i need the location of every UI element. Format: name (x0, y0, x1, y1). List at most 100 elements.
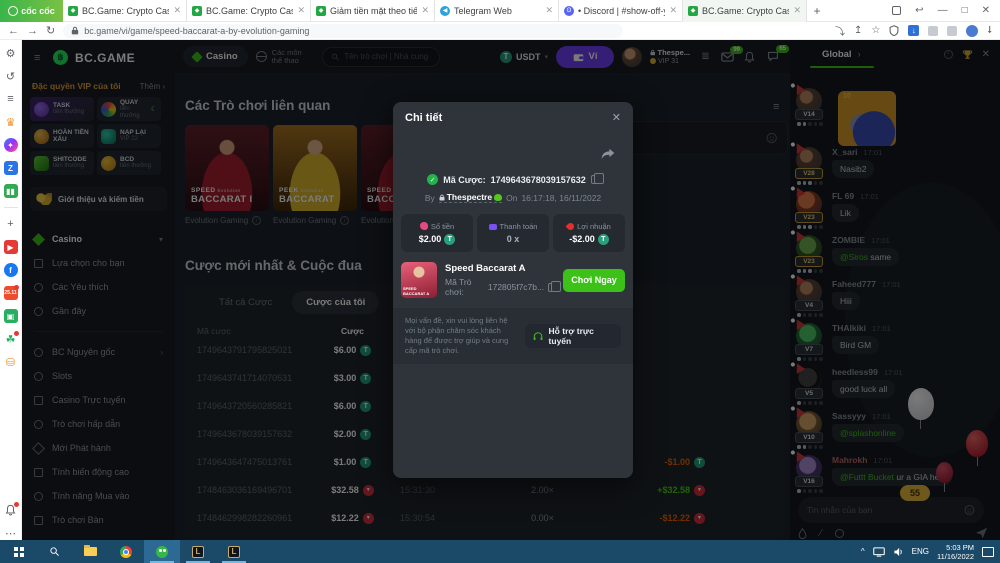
browser-side-strip: ⚙ ↺ ≡ ♛ ✦ Z ▮▮ + ▶ f 25.11 ▣ ☘ ⛁ ⋯ (0, 40, 22, 540)
usdt-coin-icon: T (444, 234, 455, 245)
green-app-icon[interactable]: ▣ (4, 309, 18, 323)
reading-list-icon[interactable]: ≡ (4, 92, 18, 106)
save-page-icon[interactable]: ⤵ (835, 23, 845, 38)
share-icon[interactable] (601, 148, 615, 160)
tab-search-icon[interactable] (892, 6, 901, 15)
action-center-icon[interactable] (982, 547, 994, 557)
bet-id-label: Mã Cược: (443, 175, 485, 185)
divider (4, 207, 18, 208)
volume-icon[interactable] (893, 547, 904, 557)
antitrack-icon[interactable] (947, 26, 957, 36)
vip-crown-icon[interactable]: ♛ (4, 115, 18, 129)
taskbar-search-icon[interactable] (36, 540, 72, 563)
downloads-tray-icon[interactable]: ⭣ (987, 25, 992, 36)
brand-label: cốc cốc (21, 6, 55, 16)
maximize-button[interactable]: □ (962, 5, 968, 16)
stat-profit: Lợi nhuận -$2.00T (553, 214, 625, 252)
leaf-icon[interactable]: ☘ (4, 332, 18, 346)
boss-key-icon[interactable]: ↩ (915, 5, 923, 16)
play-now-button[interactable]: Chơi Ngay (563, 269, 625, 292)
amount-icon (420, 222, 428, 230)
bookmark-star-icon[interactable]: ☆ (871, 25, 880, 36)
games-icon[interactable]: ▮▮ (4, 184, 18, 198)
cart-icon[interactable]: ⛁ (4, 355, 18, 369)
bet-timestamp: 16:17:18, 16/11/2022 (521, 193, 601, 203)
game-title: Speed Baccarat A (445, 263, 555, 274)
browser-addressbar: ← → ↻ bc.game/vi/game/speed-baccarat-a-b… (0, 22, 1000, 40)
browser-tab-2[interactable]: ◆BC.Game: Crypto Casino Gan✕ (187, 0, 311, 22)
check-icon: ✓ (427, 174, 438, 185)
close-button[interactable]: ✕ (982, 5, 990, 16)
settings-gear-icon[interactable]: ⚙ (4, 46, 18, 60)
shopee-icon[interactable]: 25.11 (4, 286, 18, 300)
add-shortcut-icon[interactable]: + (4, 217, 18, 231)
browser-tab-5[interactable]: ʘ• Discord | #show-off-you✕ (559, 0, 683, 22)
game-id-value: 172805f7c7b... (488, 282, 544, 292)
bcgame-favicon: ◆ (192, 6, 202, 16)
new-tab-button[interactable]: + (807, 4, 827, 18)
tab-close-icon[interactable]: ✕ (793, 5, 801, 16)
lock-icon (439, 194, 445, 201)
browser-tab-1[interactable]: ◆BC.Game: Crypto Casino Gan✕ (63, 0, 187, 22)
url-box[interactable]: bc.game/vi/game/speed-baccarat-a-by-evol… (63, 24, 623, 38)
reload-button[interactable]: ↻ (46, 24, 55, 37)
facebook-icon[interactable]: f (4, 263, 18, 277)
browser-tab-6-active[interactable]: ◆BC.Game: Crypto Casino Gan✕ (683, 0, 807, 22)
forward-button[interactable]: → (27, 25, 38, 37)
usdt-coin-icon: T (598, 234, 609, 245)
zalo-icon[interactable]: Z (4, 161, 18, 175)
copy-icon[interactable] (548, 283, 555, 292)
live-support-button[interactable]: Hỗ trợ trực tuyến (525, 324, 621, 348)
game-thumbnail[interactable]: SPEEDBACCARAT A (401, 262, 437, 298)
idm-download-icon[interactable]: ↓ (908, 25, 919, 36)
bet-author[interactable]: Thespectre (439, 192, 502, 203)
copy-icon[interactable] (591, 175, 599, 184)
url-text: bc.game/vi/game/speed-baccarat-a-by-evol… (84, 26, 309, 36)
network-icon[interactable] (873, 547, 885, 557)
more-icon[interactable]: ⋯ (4, 526, 18, 540)
bcgame-favicon: ◆ (68, 6, 78, 16)
adblock-shield-icon[interactable] (889, 25, 899, 36)
windows-taskbar: L L ^ ENG 5:03 PM11/16/2022 (0, 540, 1000, 563)
coccoc-brand-button[interactable]: cốc cốc (0, 0, 63, 22)
bcgame-favicon: ◆ (316, 6, 326, 16)
browser-tab-3[interactable]: ◆Giảm tiền mặt theo tiến hóa✕ (311, 0, 435, 22)
league-of-legends-icon[interactable]: L (216, 540, 252, 563)
browser-tab-4[interactable]: ◀Telegram Web✕ (435, 0, 559, 22)
league-of-legends-icon[interactable]: L (180, 540, 216, 563)
profile-avatar[interactable] (966, 25, 978, 37)
payout-icon (489, 224, 497, 230)
tab-close-icon[interactable]: ✕ (297, 5, 305, 16)
tab-close-icon[interactable]: ✕ (421, 5, 429, 16)
tab-close-icon[interactable]: ✕ (545, 5, 553, 16)
chrome-icon[interactable] (108, 540, 144, 563)
discord-favicon: ʘ (564, 6, 574, 16)
tab-close-icon[interactable]: ✕ (669, 5, 677, 16)
bet-id-value: 1749643678039157632 (491, 175, 586, 185)
share-icon[interactable]: ↥ (854, 25, 862, 36)
history-icon[interactable]: ↺ (4, 69, 18, 83)
support-note: Mọi vấn đề, xin vui lòng liên hệ với bộ … (405, 316, 517, 356)
back-button[interactable]: ← (8, 25, 19, 37)
stat-payout: Thanh toán 0 x (477, 214, 549, 252)
messenger-icon[interactable]: ✦ (4, 138, 18, 152)
file-explorer-icon[interactable] (72, 540, 108, 563)
youtube-icon[interactable]: ▶ (4, 240, 18, 254)
frog-emoji-icon (494, 194, 502, 201)
modal-close-icon[interactable]: ✕ (612, 111, 621, 124)
coccoc-taskbar-icon[interactable] (144, 540, 180, 563)
notifications-bell-icon[interactable] (4, 503, 18, 517)
start-button[interactable] (0, 540, 36, 563)
stat-amount: Số tiền $2.00T (401, 214, 473, 252)
language-indicator[interactable]: ENG (912, 547, 929, 556)
clock[interactable]: 5:03 PM11/16/2022 (937, 543, 974, 561)
headset-icon (533, 331, 543, 342)
profit-icon (566, 221, 576, 231)
bcgame-app: ≡ ฿ BC.GAME Đặc quyền VIP của tôi Thêm ›… (22, 40, 1000, 540)
tray-expand-icon[interactable]: ^ (861, 547, 865, 556)
extensions-icon[interactable] (928, 26, 938, 36)
tab-close-icon[interactable]: ✕ (173, 5, 181, 16)
minimize-button[interactable]: — (938, 5, 948, 16)
modal-title: Chi tiết (405, 112, 442, 124)
bcgame-favicon: ◆ (688, 6, 698, 16)
